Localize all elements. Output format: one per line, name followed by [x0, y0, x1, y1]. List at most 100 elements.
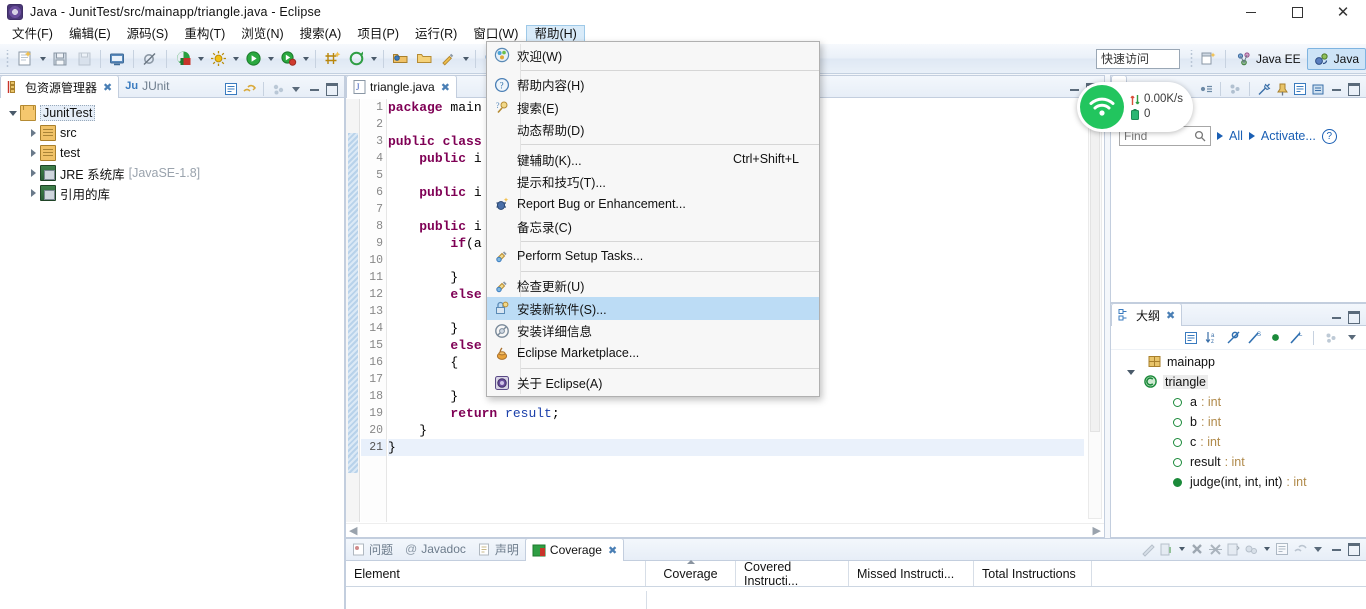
help-icon[interactable]: ? — [1321, 128, 1337, 144]
close-icon[interactable]: ✖ — [441, 81, 450, 94]
tab-javadoc[interactable]: @ Javadoc — [399, 538, 472, 560]
close-icon[interactable]: ✕ — [1320, 0, 1366, 24]
menu-item-install-new-software[interactable]: 安装新软件(S)... — [487, 297, 819, 320]
skip-breakpoints-icon[interactable] — [139, 48, 161, 70]
menu-item-help-contents[interactable]: ? 帮助内容(H) — [487, 74, 819, 97]
new-package-dropdown-icon[interactable] — [368, 48, 379, 70]
menu-item-about-eclipse[interactable]: 关于 Eclipse(A) — [487, 372, 819, 395]
print-console-icon[interactable] — [106, 48, 128, 70]
column-header-covered-instructions[interactable]: Covered Instructi... — [736, 560, 849, 588]
chevron-right-icon[interactable] — [26, 189, 40, 197]
maximize-icon[interactable] — [1274, 0, 1320, 24]
scroll-left-icon[interactable]: ◀ — [349, 524, 357, 537]
tab-declaration[interactable]: 声明 — [472, 538, 525, 560]
new-java-project-icon[interactable] — [321, 48, 343, 70]
hide-local-icon[interactable]: L — [1288, 330, 1304, 346]
menu-item-check-for-updates[interactable]: 检查更新(U) — [487, 275, 819, 298]
activate-label[interactable]: Activate... — [1261, 129, 1316, 143]
tree-item-src[interactable]: src — [0, 123, 344, 143]
menu-item-file[interactable]: 文件(F) — [4, 25, 61, 44]
hide-fields-icon[interactable] — [1225, 330, 1241, 346]
column-header-missed-instructions[interactable]: Missed Instructi... — [849, 561, 974, 586]
search-scope-label[interactable]: All — [1229, 129, 1243, 143]
settings-icon[interactable] — [1243, 541, 1259, 557]
tab-triangle-java[interactable]: J triangle.java ✖ — [346, 75, 457, 98]
tree-item-jre-library[interactable]: JRE 系统库 [JavaSE-1.8] — [0, 163, 344, 183]
maximize-icon[interactable] — [1346, 309, 1362, 325]
run-external-tools-icon[interactable] — [277, 48, 299, 70]
editor-horizontal-scrollbar[interactable]: ◀ ▶ — [346, 523, 1104, 537]
run-dropdown-icon[interactable] — [265, 48, 276, 70]
menu-item-perform-setup-tasks[interactable]: Perform Setup Tasks... — [487, 245, 819, 268]
tab-coverage[interactable]: Coverage ✖ — [524, 538, 625, 561]
remove-all-sessions-icon[interactable] — [1207, 541, 1223, 557]
view-menu-icon[interactable] — [1344, 330, 1360, 346]
scroll-right-icon[interactable]: ▶ — [1093, 524, 1101, 537]
perspective-java[interactable]: Java — [1306, 47, 1366, 70]
import-session-icon[interactable] — [1158, 541, 1174, 557]
view-menu-extra-icon[interactable] — [1198, 81, 1214, 97]
column-header-total-instructions[interactable]: Total Instructions — [974, 561, 1092, 586]
new-package-icon[interactable] — [345, 48, 367, 70]
chevron-down-icon[interactable] — [1127, 375, 1141, 389]
tab-problems[interactable]: 问题 — [346, 538, 399, 560]
sort-icon[interactable]: az — [1204, 330, 1220, 346]
hide-static-icon[interactable]: S — [1246, 330, 1262, 346]
run-icon[interactable] — [242, 48, 264, 70]
view-menu-icon[interactable] — [1310, 541, 1326, 557]
outline-item-field-a[interactable]: a : int — [1111, 392, 1366, 412]
minimize-icon[interactable] — [1328, 309, 1344, 325]
menu-item-run[interactable]: 运行(R) — [407, 25, 465, 44]
scope-expand-icon[interactable] — [1217, 132, 1223, 140]
open-perspective-icon[interactable] — [1198, 48, 1220, 70]
editor-vertical-scrollbar[interactable] — [1088, 101, 1102, 519]
minimize-icon[interactable] — [1328, 81, 1344, 97]
chevron-down-icon[interactable] — [6, 111, 20, 116]
menu-item-cheat-sheets[interactable]: 备忘录(C) — [487, 216, 819, 239]
outline-item-field-c[interactable]: c : int — [1111, 432, 1366, 452]
column-header-element[interactable]: Element — [346, 561, 646, 586]
external-tools-dropdown-icon[interactable] — [300, 48, 311, 70]
scrollbar-thumb[interactable] — [1090, 102, 1100, 432]
link-with-editor-icon[interactable] — [241, 81, 257, 97]
toolbar-grip[interactable] — [5, 49, 10, 68]
tab-junit[interactable]: Ju JUnit — [119, 75, 175, 97]
hide-nonpublic-icon[interactable] — [1267, 330, 1283, 346]
remove-session-icon[interactable] — [1189, 541, 1205, 557]
activate-expand-icon[interactable] — [1249, 132, 1255, 140]
menu-item-installation-details[interactable]: 安装详细信息 — [487, 320, 819, 343]
clear-icon[interactable] — [1256, 81, 1272, 97]
menu-item-project[interactable]: 项目(P) — [349, 25, 407, 44]
quick-fix-dropdown-icon[interactable] — [460, 48, 471, 70]
network-speed-widget[interactable]: 0.00K/s 0 — [1077, 82, 1193, 132]
menu-item-eclipse-marketplace[interactable]: Eclipse Marketplace... — [487, 342, 819, 365]
coverage-dropdown-icon[interactable] — [195, 48, 206, 70]
menu-item-source[interactable]: 源码(S) — [119, 25, 177, 44]
close-icon[interactable]: ✖ — [608, 544, 617, 557]
new-wizard-dropdown-icon[interactable] — [37, 48, 48, 70]
menu-item-refactor[interactable]: 重构(T) — [176, 25, 233, 44]
tab-outline[interactable]: 大纲 ✖ — [1111, 303, 1183, 326]
debug-icon[interactable] — [207, 48, 229, 70]
link-icon[interactable] — [1323, 330, 1339, 346]
open-type-icon[interactable] — [389, 48, 411, 70]
open-folder-icon[interactable] — [413, 48, 435, 70]
maximize-icon[interactable] — [324, 81, 340, 97]
chevron-right-icon[interactable] — [26, 149, 40, 157]
close-icon[interactable]: ✖ — [103, 81, 112, 94]
save-all-icon[interactable] — [73, 48, 95, 70]
collapse-all-icon[interactable] — [223, 81, 239, 97]
outline-item-triangle[interactable]: triangle — [1111, 372, 1366, 392]
maximize-icon[interactable] — [1346, 81, 1362, 97]
quick-fix-icon[interactable] — [437, 48, 459, 70]
pin-icon[interactable] — [1274, 81, 1290, 97]
quick-access-input[interactable]: 快速访问 — [1095, 48, 1180, 69]
debug-dropdown-icon[interactable] — [230, 48, 241, 70]
history-icon[interactable] — [1227, 81, 1243, 97]
outline-item-mainapp[interactable]: mainapp — [1111, 352, 1366, 372]
tree-item-referenced-libraries[interactable]: 引用的库 — [0, 183, 344, 203]
outline-item-field-b[interactable]: b : int — [1111, 412, 1366, 432]
menu-item-help-search[interactable]: ? 搜索(E) — [487, 96, 819, 119]
refresh-icon[interactable] — [1310, 81, 1326, 97]
view-menu-icon[interactable] — [288, 81, 304, 97]
